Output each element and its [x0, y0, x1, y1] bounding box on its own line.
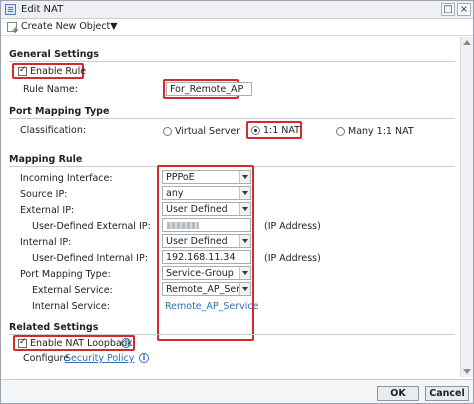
internal-ip-select[interactable]: User Defined	[162, 234, 251, 248]
edit-nat-dialog: Edit NAT □ × Create New Object▼ General …	[0, 0, 474, 404]
form-content: General Settings Enable Rule Rule Name: …	[1, 37, 459, 377]
source-ip-label: Source IP:	[20, 189, 68, 200]
dialog-footer: OK Cancel	[1, 379, 473, 403]
external-service-select[interactable]: Remote_AP_Servic	[162, 282, 251, 296]
internal-service-value[interactable]: Remote_AP_Service	[165, 301, 259, 312]
external-service-label: External Service:	[32, 285, 113, 296]
many-one-to-one-nat-label: Many 1:1 NAT	[348, 126, 414, 137]
vertical-scrollbar[interactable]	[460, 37, 473, 377]
enable-nat-loopback-checkbox[interactable]	[18, 337, 27, 348]
radio-one-to-one-nat[interactable]	[251, 126, 260, 135]
related-settings-title: Related Settings	[9, 322, 99, 333]
ok-button[interactable]: OK	[377, 386, 419, 401]
chevron-down-icon	[239, 283, 250, 295]
incoming-interface-value: PPPoE	[166, 172, 195, 183]
chevron-down-icon	[239, 171, 250, 183]
port-mapping-type-value: Service-Group	[166, 268, 234, 279]
info-icon[interactable]: i	[121, 338, 131, 348]
chevron-down-icon	[239, 203, 250, 215]
window-title: Edit NAT	[21, 4, 64, 15]
chevron-down-icon	[239, 235, 250, 247]
enable-nat-loopback-label: Enable NAT Loopback	[30, 338, 133, 349]
create-object-icon	[7, 22, 19, 36]
title-bar[interactable]: Edit NAT □ ×	[1, 1, 473, 19]
security-policy-link[interactable]: Security Policy	[65, 353, 134, 364]
chevron-down-icon	[239, 187, 250, 199]
incoming-interface-select[interactable]: PPPoE	[162, 170, 251, 184]
port-mapping-type-label: Port Mapping Type:	[20, 269, 111, 280]
radio-many-one-to-one-nat[interactable]	[336, 127, 345, 136]
rule-name-input[interactable]: For_Remote_AP	[166, 82, 252, 96]
virtual-server-label: Virtual Server	[175, 126, 241, 137]
port-mapping-type-title: Port Mapping Type	[9, 106, 110, 117]
user-defined-internal-ip-label: User-Defined Internal IP:	[32, 253, 148, 264]
scroll-up-icon[interactable]	[463, 40, 471, 45]
port-mapping-type-select[interactable]: Service-Group	[162, 266, 251, 280]
scroll-down-icon[interactable]	[463, 369, 471, 374]
general-settings-title: General Settings	[9, 49, 99, 60]
classification-label: Classification:	[20, 125, 87, 136]
info-icon[interactable]: i	[139, 353, 149, 363]
cancel-button[interactable]: Cancel	[425, 386, 469, 401]
toolbar: Create New Object▼	[1, 19, 473, 36]
rule-name-label: Rule Name:	[23, 84, 78, 95]
user-defined-external-ip-input[interactable]	[162, 218, 251, 232]
internal-ip-value: User Defined	[166, 236, 228, 247]
mapping-rule-title: Mapping Rule	[9, 154, 83, 165]
external-ip-label: External IP:	[20, 205, 75, 216]
enable-rule-label: Enable Rule	[30, 66, 87, 77]
section-divider	[9, 118, 455, 119]
internal-service-label: Internal Service:	[32, 301, 110, 312]
source-ip-value: any	[166, 188, 184, 199]
configure-label: Configure	[23, 353, 70, 364]
radio-virtual-server[interactable]	[163, 127, 172, 136]
chevron-down-icon	[239, 267, 250, 279]
ip-address-hint: (IP Address)	[264, 221, 321, 232]
ip-address-hint: (IP Address)	[264, 253, 321, 264]
create-new-object-menu[interactable]: Create New Object▼	[21, 21, 118, 32]
user-defined-external-ip-label: User-Defined External IP:	[32, 221, 151, 232]
external-ip-value: User Defined	[166, 204, 228, 215]
one-to-one-nat-label: 1:1 NAT	[263, 125, 300, 136]
maximize-icon[interactable]: □	[441, 3, 455, 16]
external-ip-select[interactable]: User Defined	[162, 202, 251, 216]
close-icon[interactable]: ×	[457, 3, 471, 16]
enable-rule-checkbox[interactable]	[18, 65, 27, 76]
window-icon	[5, 4, 16, 15]
incoming-interface-label: Incoming Interface:	[20, 173, 113, 184]
source-ip-select[interactable]: any	[162, 186, 251, 200]
internal-ip-label: Internal IP:	[20, 237, 72, 248]
user-defined-internal-ip-input[interactable]: 192.168.11.34	[162, 250, 251, 264]
section-divider	[9, 61, 455, 62]
redacted-ip-value	[167, 222, 199, 229]
